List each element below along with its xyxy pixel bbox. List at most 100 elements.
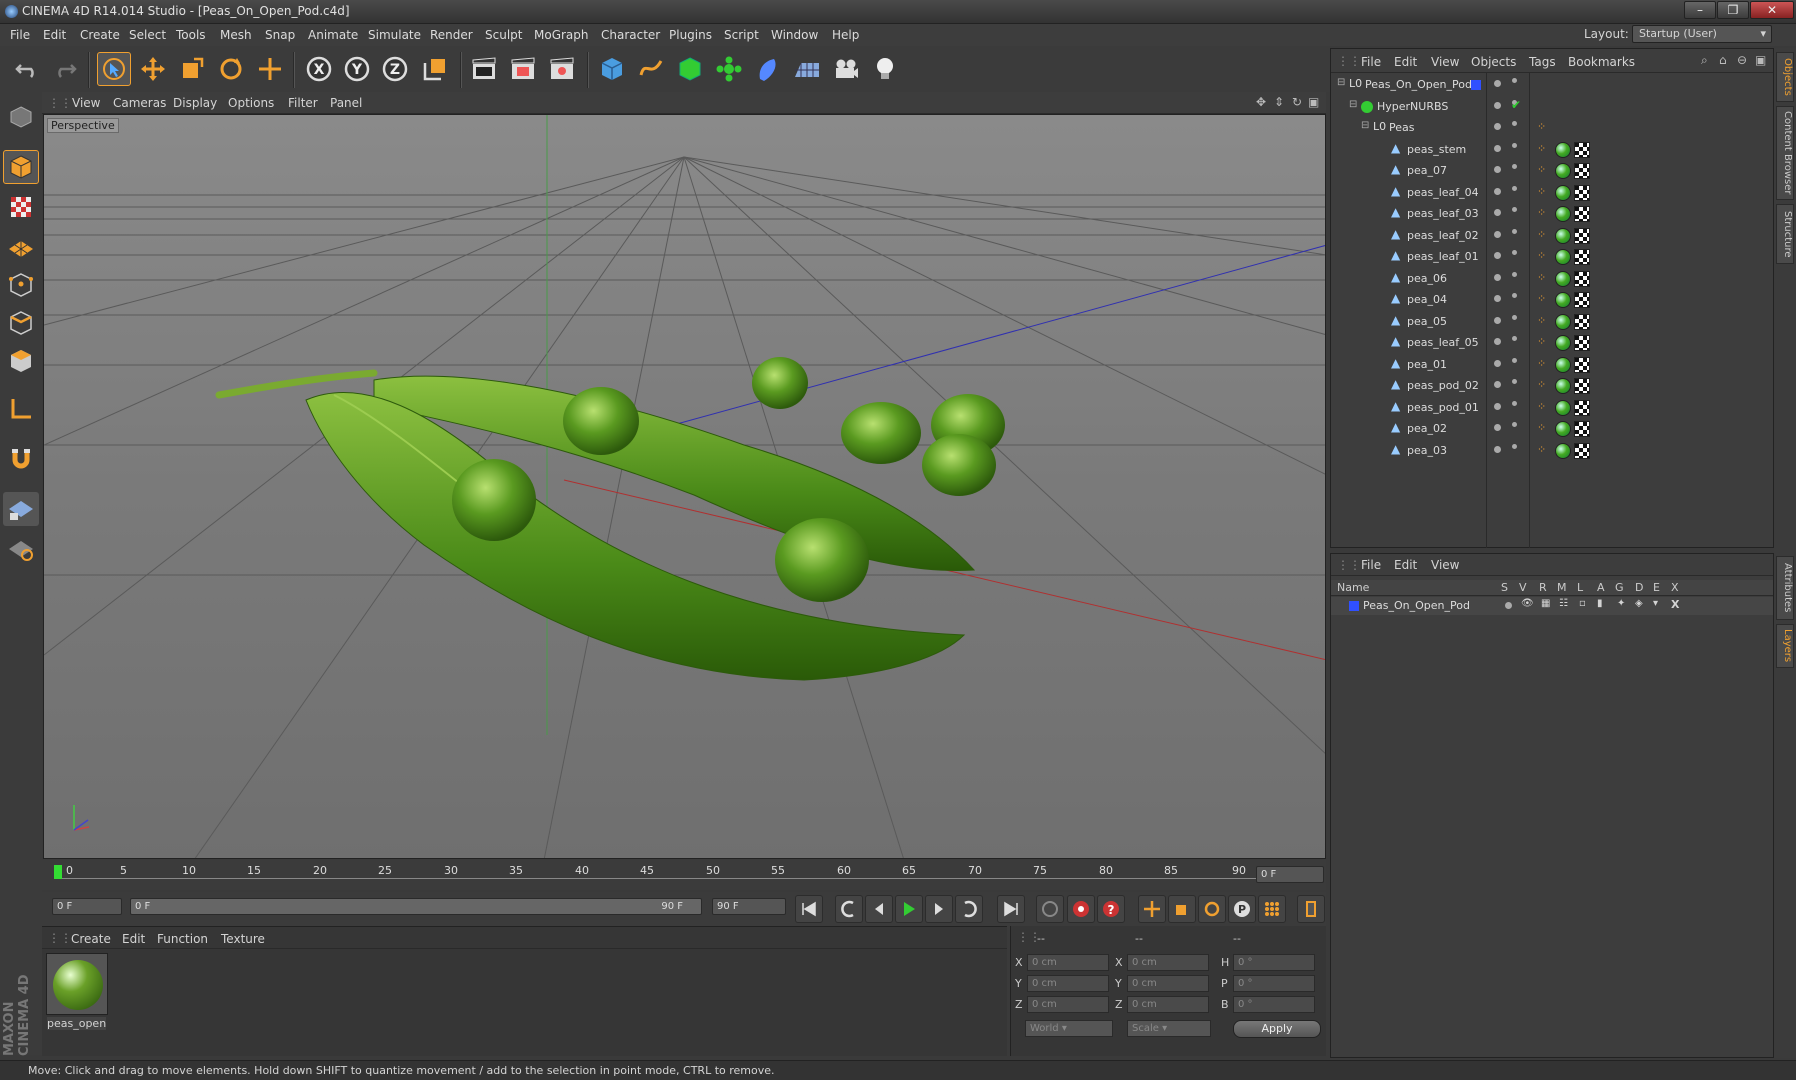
expression-icon[interactable]: ▾ xyxy=(1653,598,1658,609)
material-menu-function[interactable]: Function xyxy=(157,932,208,946)
layer-color-tag[interactable] xyxy=(1471,80,1481,90)
phong-tag-icon[interactable]: ⁘ xyxy=(1537,271,1546,284)
material-tag-icon[interactable] xyxy=(1555,206,1571,222)
object-name[interactable]: pea_06 xyxy=(1407,272,1447,285)
uvw-tag-icon[interactable] xyxy=(1574,206,1590,222)
viewport-menu-panel[interactable]: Panel xyxy=(330,96,362,110)
max-frame-field[interactable]: 90 F xyxy=(712,898,786,915)
editor-visibility-dot[interactable] xyxy=(1494,445,1501,453)
undo-button[interactable] xyxy=(10,52,44,86)
phong-tag-icon[interactable]: ⁘ xyxy=(1537,185,1546,198)
menu-edit[interactable]: Edit xyxy=(43,28,66,42)
render-settings-button[interactable] xyxy=(545,52,579,86)
object-name[interactable]: pea_05 xyxy=(1407,315,1447,328)
menu-sculpt[interactable]: Sculpt xyxy=(485,28,522,42)
render-visibility-dot[interactable] xyxy=(1512,271,1517,277)
object-row-group[interactable]: ⊟ L0 Peas ⁘ xyxy=(1331,118,1773,139)
object-name[interactable]: pea_07 xyxy=(1407,164,1447,177)
menu-snap[interactable]: Snap xyxy=(265,28,295,42)
record-keyframe-button[interactable] xyxy=(1036,895,1064,923)
rotate-tool-button[interactable] xyxy=(214,52,248,86)
autokey-button[interactable] xyxy=(1067,895,1095,923)
new-view-icon[interactable]: ▣ xyxy=(1755,53,1766,67)
spline-button[interactable] xyxy=(634,52,668,86)
tree-expander-icon[interactable]: ⊟ xyxy=(1337,77,1345,88)
points-mode-button[interactable] xyxy=(3,268,39,302)
next-key-button[interactable] xyxy=(955,895,983,923)
material-tag-icon[interactable] xyxy=(1555,378,1571,394)
editor-visibility-dot[interactable] xyxy=(1494,381,1501,388)
menu-tools[interactable]: Tools xyxy=(176,28,206,42)
scale-tool-button[interactable] xyxy=(175,52,209,86)
xref-icon[interactable]: X xyxy=(1671,598,1679,611)
render-visibility-dot[interactable] xyxy=(1512,422,1517,427)
layer-name-header[interactable]: Name xyxy=(1337,581,1369,594)
layer-color-swatch[interactable] xyxy=(1349,601,1359,611)
layout-select[interactable]: Startup (User) ▾ xyxy=(1632,25,1772,43)
object-name[interactable]: peas_pod_01 xyxy=(1407,401,1479,414)
menu-script[interactable]: Script xyxy=(724,28,759,42)
uvw-tag-icon[interactable] xyxy=(1574,227,1590,244)
key-position-button[interactable] xyxy=(1138,895,1166,923)
menu-plugins[interactable]: Plugins xyxy=(669,28,712,42)
camera-button[interactable] xyxy=(829,52,863,86)
viewport-menu-view[interactable]: View xyxy=(72,96,100,110)
maximize-button[interactable]: ❐ xyxy=(1717,1,1749,19)
x-size-field[interactable]: 0 cm xyxy=(1127,954,1209,971)
zoom-out-icon[interactable]: ⊖ xyxy=(1737,53,1747,67)
object-name[interactable]: pea_02 xyxy=(1407,422,1447,435)
frame-range-slider[interactable]: 0 F 90 F xyxy=(130,898,702,915)
uvw-tag-icon[interactable] xyxy=(1574,270,1590,287)
polygons-mode-button[interactable] xyxy=(3,344,39,378)
render-visibility-dot[interactable] xyxy=(1512,142,1517,148)
object-row[interactable]: ▲ peas_leaf_04 ⁘ xyxy=(1331,183,1773,204)
z-position-field[interactable]: 0 cm xyxy=(1027,996,1109,1013)
uvw-tag-icon[interactable] xyxy=(1574,184,1590,201)
object-name[interactable]: peas_leaf_04 xyxy=(1407,186,1479,199)
editor-visibility-dot[interactable] xyxy=(1494,230,1501,238)
object-row[interactable]: ▲ peas_pod_02 ⁘ xyxy=(1331,376,1773,397)
render-visibility-dot[interactable] xyxy=(1512,379,1517,384)
material-menu-edit[interactable]: Edit xyxy=(122,932,145,946)
render-visibility-dot[interactable] xyxy=(1512,357,1517,363)
bank-field[interactable]: 0 ° xyxy=(1233,996,1315,1013)
layer-col-solo[interactable]: S xyxy=(1501,581,1508,594)
workplane-mode-button[interactable] xyxy=(3,228,39,262)
editor-visibility-dot[interactable] xyxy=(1494,166,1501,173)
phong-tag-icon[interactable]: ⁘ xyxy=(1537,421,1546,434)
minimize-button[interactable]: – xyxy=(1684,1,1716,19)
layers-menu-file[interactable]: File xyxy=(1361,558,1381,572)
render-visibility-dot[interactable] xyxy=(1512,443,1517,449)
objects-menu-objects[interactable]: Objects xyxy=(1471,55,1516,69)
phong-tag-icon[interactable]: ⁘ xyxy=(1537,120,1546,133)
last-tool-button[interactable] xyxy=(253,52,287,86)
deformer-button[interactable] xyxy=(751,52,785,86)
layer-col-manager[interactable]: M xyxy=(1557,581,1567,594)
viewport-maximize-icon[interactable]: ▣ xyxy=(1308,95,1319,109)
material-swatch[interactable] xyxy=(46,953,108,1015)
render-view-button[interactable] xyxy=(467,52,501,86)
size-mode-select[interactable]: Scale ▾ xyxy=(1127,1020,1211,1037)
menu-window[interactable]: Window xyxy=(771,28,818,42)
current-frame-field[interactable]: 0 F xyxy=(52,898,122,915)
render-visibility-dot[interactable] xyxy=(1512,121,1517,126)
material-tag-icon[interactable] xyxy=(1555,335,1571,351)
uvw-tag-icon[interactable] xyxy=(1574,313,1590,330)
generator-icon[interactable]: ✦ xyxy=(1617,598,1625,609)
uvw-tag-icon[interactable] xyxy=(1574,399,1590,416)
material-menu-texture[interactable]: Texture xyxy=(221,932,265,946)
editor-visibility-dot[interactable] xyxy=(1494,101,1501,109)
material-tag-icon[interactable] xyxy=(1555,421,1571,437)
live-selection-button[interactable] xyxy=(97,52,131,86)
menu-render[interactable]: Render xyxy=(430,28,473,42)
viewport-menu-display[interactable]: Display xyxy=(173,96,217,110)
pitch-field[interactable]: 0 ° xyxy=(1233,975,1315,992)
floor-button[interactable] xyxy=(790,52,824,86)
layers-menu-edit[interactable]: Edit xyxy=(1394,558,1417,572)
y-axis-button[interactable]: Y xyxy=(340,52,374,86)
y-size-field[interactable]: 0 cm xyxy=(1127,975,1209,992)
lock-icon[interactable]: ▫ xyxy=(1579,598,1586,609)
go-to-end-button[interactable] xyxy=(997,895,1025,923)
object-row[interactable]: ▲ peas_leaf_03 ⁘ xyxy=(1331,204,1773,225)
menu-mograph[interactable]: MoGraph xyxy=(534,28,589,42)
